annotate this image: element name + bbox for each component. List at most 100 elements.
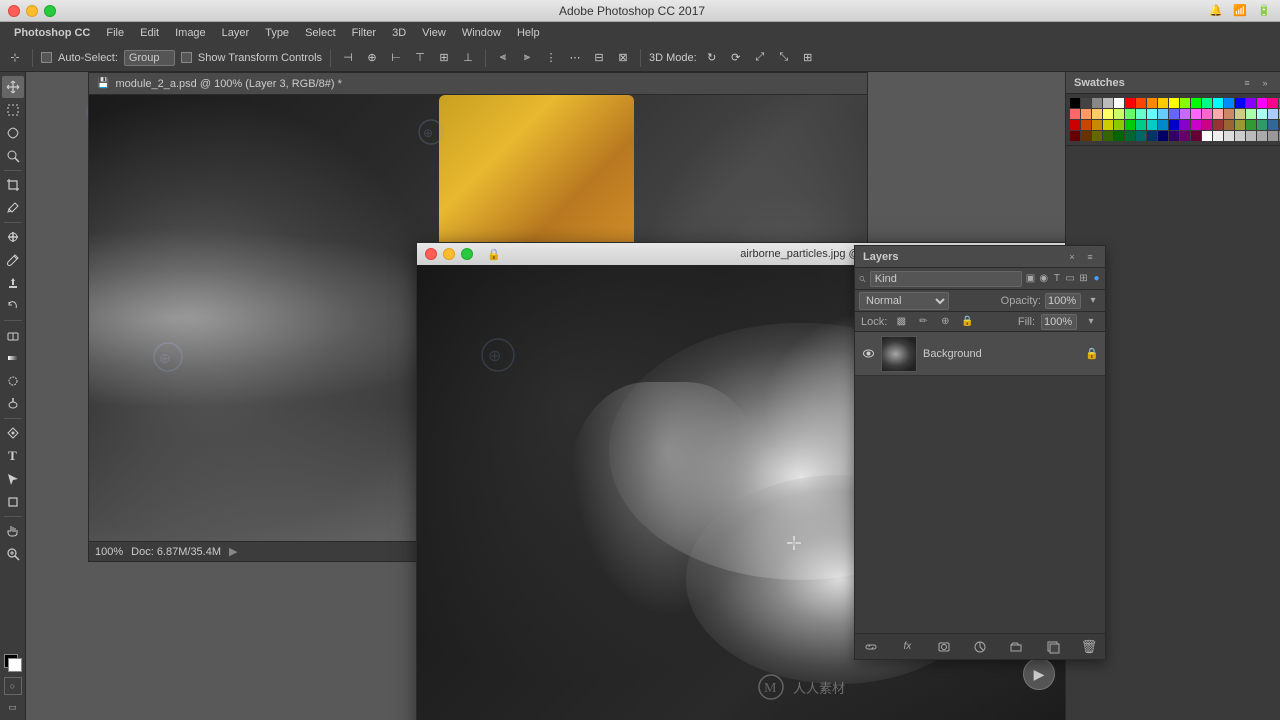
swatch-color-60[interactable] xyxy=(1246,120,1256,130)
swatch-color-3[interactable] xyxy=(1103,98,1113,108)
swatch-color-23[interactable] xyxy=(1081,109,1091,119)
menu-type[interactable]: Type xyxy=(257,25,297,41)
align-bottom-edges-btn[interactable]: ⊥ xyxy=(459,49,477,67)
swatch-color-67[interactable] xyxy=(1081,131,1091,141)
swatch-color-29[interactable] xyxy=(1147,109,1157,119)
swatch-color-30[interactable] xyxy=(1158,109,1168,119)
swatch-color-83[interactable] xyxy=(1257,131,1267,141)
swatch-color-70[interactable] xyxy=(1114,131,1124,141)
quick-select-tool-btn[interactable] xyxy=(2,145,24,167)
eyedropper-tool-btn[interactable] xyxy=(2,197,24,219)
menu-image[interactable]: Image xyxy=(167,25,214,41)
distribute-bottom-btn[interactable]: ⊠ xyxy=(614,49,632,67)
swatch-color-62[interactable] xyxy=(1268,120,1278,130)
align-left-edges-btn[interactable]: ⊣ xyxy=(339,49,357,67)
swatch-color-39[interactable] xyxy=(1257,109,1267,119)
marquee-tool-btn[interactable] xyxy=(2,99,24,121)
doc2-close-btn[interactable] xyxy=(425,248,437,260)
blur-tool-btn[interactable] xyxy=(2,370,24,392)
swatch-color-61[interactable] xyxy=(1257,120,1267,130)
align-center-vertical-btn[interactable]: ⊕ xyxy=(363,49,381,67)
swatch-color-34[interactable] xyxy=(1202,109,1212,119)
swatch-color-76[interactable] xyxy=(1180,131,1190,141)
menu-file[interactable]: File xyxy=(98,25,132,41)
swatch-color-59[interactable] xyxy=(1235,120,1245,130)
layers-filter-toggle-btn[interactable]: ● xyxy=(1092,271,1101,287)
hand-tool-btn[interactable] xyxy=(2,520,24,542)
swatch-color-53[interactable] xyxy=(1169,120,1179,130)
zoom-tool-btn[interactable] xyxy=(2,543,24,565)
pen-tool-btn[interactable] xyxy=(2,422,24,444)
swatch-color-12[interactable] xyxy=(1202,98,1212,108)
doc2-minimize-btn[interactable] xyxy=(443,248,455,260)
3d-pan-btn[interactable]: ⤢ xyxy=(751,49,769,67)
swatch-color-69[interactable] xyxy=(1103,131,1113,141)
swatch-color-80[interactable] xyxy=(1224,131,1234,141)
swatch-color-77[interactable] xyxy=(1191,131,1201,141)
create-group-btn[interactable] xyxy=(1006,637,1026,657)
doc2-maximize-btn[interactable] xyxy=(461,248,473,260)
swatch-color-72[interactable] xyxy=(1136,131,1146,141)
layers-filter-shape-btn[interactable]: ▭ xyxy=(1065,271,1074,287)
swatch-color-36[interactable] xyxy=(1224,109,1234,119)
layers-menu-btn[interactable]: ≡ xyxy=(1083,250,1097,264)
align-right-edges-btn[interactable]: ⊢ xyxy=(387,49,405,67)
add-mask-btn[interactable] xyxy=(934,637,954,657)
swatch-color-38[interactable] xyxy=(1246,109,1256,119)
minimize-button[interactable] xyxy=(26,5,38,17)
show-transform-checkbox[interactable] xyxy=(181,52,192,63)
clone-stamp-tool-btn[interactable] xyxy=(2,272,24,294)
new-layer-btn[interactable] xyxy=(1043,637,1063,657)
brush-tool-btn[interactable] xyxy=(2,249,24,271)
maximize-button[interactable] xyxy=(44,5,56,17)
quick-mask-btn[interactable]: ○ xyxy=(4,677,22,695)
opacity-input[interactable] xyxy=(1045,293,1081,309)
lock-image-btn[interactable]: ✏ xyxy=(915,314,931,330)
swatch-color-27[interactable] xyxy=(1125,109,1135,119)
distribute-middle-btn[interactable]: ⊟ xyxy=(590,49,608,67)
fill-dropdown-btn[interactable]: ▾ xyxy=(1083,314,1099,330)
swatch-color-26[interactable] xyxy=(1114,109,1124,119)
gradient-tool-btn[interactable] xyxy=(2,347,24,369)
swatch-color-71[interactable] xyxy=(1125,131,1135,141)
swatch-color-50[interactable] xyxy=(1136,120,1146,130)
swatch-color-22[interactable] xyxy=(1070,109,1080,119)
swatch-color-13[interactable] xyxy=(1213,98,1223,108)
screen-mode-btn[interactable]: ▭ xyxy=(4,698,22,716)
menu-help[interactable]: Help xyxy=(509,25,548,41)
swatch-color-84[interactable] xyxy=(1268,131,1278,141)
3d-roll-btn[interactable]: ⟳ xyxy=(727,49,745,67)
swatch-color-79[interactable] xyxy=(1213,131,1223,141)
swatch-color-32[interactable] xyxy=(1180,109,1190,119)
lock-all-btn[interactable]: 🔒 xyxy=(959,314,975,330)
swatch-color-9[interactable] xyxy=(1169,98,1179,108)
align-center-horizontal-btn[interactable]: ⊞ xyxy=(435,49,453,67)
swatch-color-68[interactable] xyxy=(1092,131,1102,141)
lock-transparent-btn[interactable]: ▩ xyxy=(893,314,909,330)
menu-view[interactable]: View xyxy=(414,25,454,41)
add-adjustment-btn[interactable] xyxy=(970,637,990,657)
swatch-color-24[interactable] xyxy=(1092,109,1102,119)
swatch-color-31[interactable] xyxy=(1169,109,1179,119)
dodge-tool-btn[interactable] xyxy=(2,393,24,415)
swatch-color-66[interactable] xyxy=(1070,131,1080,141)
swatch-color-47[interactable] xyxy=(1103,120,1113,130)
swatch-color-52[interactable] xyxy=(1158,120,1168,130)
blend-mode-select[interactable]: Normal Multiply Screen xyxy=(859,292,949,310)
swatch-color-54[interactable] xyxy=(1180,120,1190,130)
swatch-color-44[interactable] xyxy=(1070,120,1080,130)
swatch-color-58[interactable] xyxy=(1224,120,1234,130)
swatch-color-16[interactable] xyxy=(1246,98,1256,108)
lasso-tool-btn[interactable] xyxy=(2,122,24,144)
menu-select[interactable]: Select xyxy=(297,25,344,41)
layer-visibility-eye[interactable] xyxy=(861,347,875,361)
type-tool-btn[interactable]: T xyxy=(2,445,24,467)
lock-position-btn[interactable]: ⊕ xyxy=(937,314,953,330)
shape-tool-btn[interactable] xyxy=(2,491,24,513)
swatch-color-7[interactable] xyxy=(1147,98,1157,108)
distribute-top-btn[interactable]: ⋯ xyxy=(566,49,584,67)
swatch-color-1[interactable] xyxy=(1081,98,1091,108)
swatch-color-75[interactable] xyxy=(1169,131,1179,141)
swatches-expand-btn[interactable]: » xyxy=(1258,76,1272,90)
close-button[interactable] xyxy=(8,5,20,17)
